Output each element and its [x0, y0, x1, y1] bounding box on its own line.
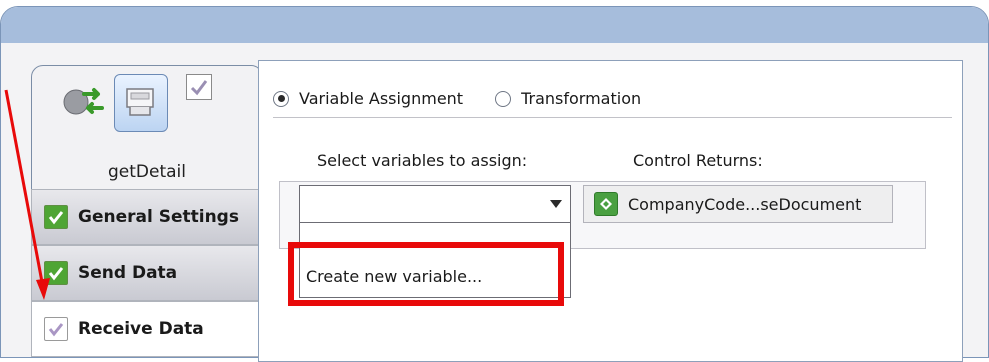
receive-data-panel: Variable Assignment Transformation Selec… [258, 60, 963, 362]
step-name: getDetail [108, 162, 186, 182]
checkmark-icon [44, 205, 68, 229]
green-diamond-icon [594, 192, 618, 216]
radio-transformation[interactable]: Transformation [495, 89, 641, 108]
device-connector-icon [114, 74, 168, 132]
radio-indicator[interactable] [495, 90, 512, 107]
radio-label: Variable Assignment [299, 89, 464, 108]
checkmark-icon [44, 317, 68, 341]
nav-item-general-settings[interactable]: General Settings [31, 189, 263, 245]
step-sidebar: getDetail General Settings Send Data Rec… [1, 43, 263, 357]
control-return-name: CompanyCode...seDocument [628, 194, 862, 214]
checkmark-icon [190, 80, 208, 96]
nav-item-send-data[interactable]: Send Data [31, 245, 263, 301]
header-band [1, 7, 988, 43]
step-card[interactable]: getDetail [31, 65, 263, 207]
variable-dropdown-list: Create new variable... [299, 222, 571, 298]
nav-item-label: Receive Data [78, 319, 204, 339]
send-receive-arrows-icon [63, 88, 104, 115]
variable-select[interactable] [299, 185, 571, 223]
radio-indicator[interactable] [273, 90, 289, 107]
control-return-item: CompanyCode...seDocument [583, 185, 893, 223]
triangle-down-icon[interactable] [544, 188, 568, 220]
divider [273, 117, 952, 118]
checkmark-icon [44, 261, 68, 285]
control-returns-label: Control Returns: [633, 151, 763, 170]
dropdown-option-create-new-variable[interactable]: Create new variable... [306, 267, 482, 286]
radio-variable-assignment[interactable]: Variable Assignment [273, 89, 463, 108]
step-enabled-checkbox[interactable] [186, 74, 212, 100]
nav-item-label: General Settings [78, 207, 239, 227]
nav-item-receive-data[interactable]: Receive Data [31, 301, 263, 357]
nav-item-label: Send Data [78, 263, 178, 283]
mode-radio-group: Variable Assignment Transformation [273, 89, 641, 108]
select-variables-label: Select variables to assign: [317, 151, 528, 170]
radio-label: Transformation [521, 89, 642, 108]
